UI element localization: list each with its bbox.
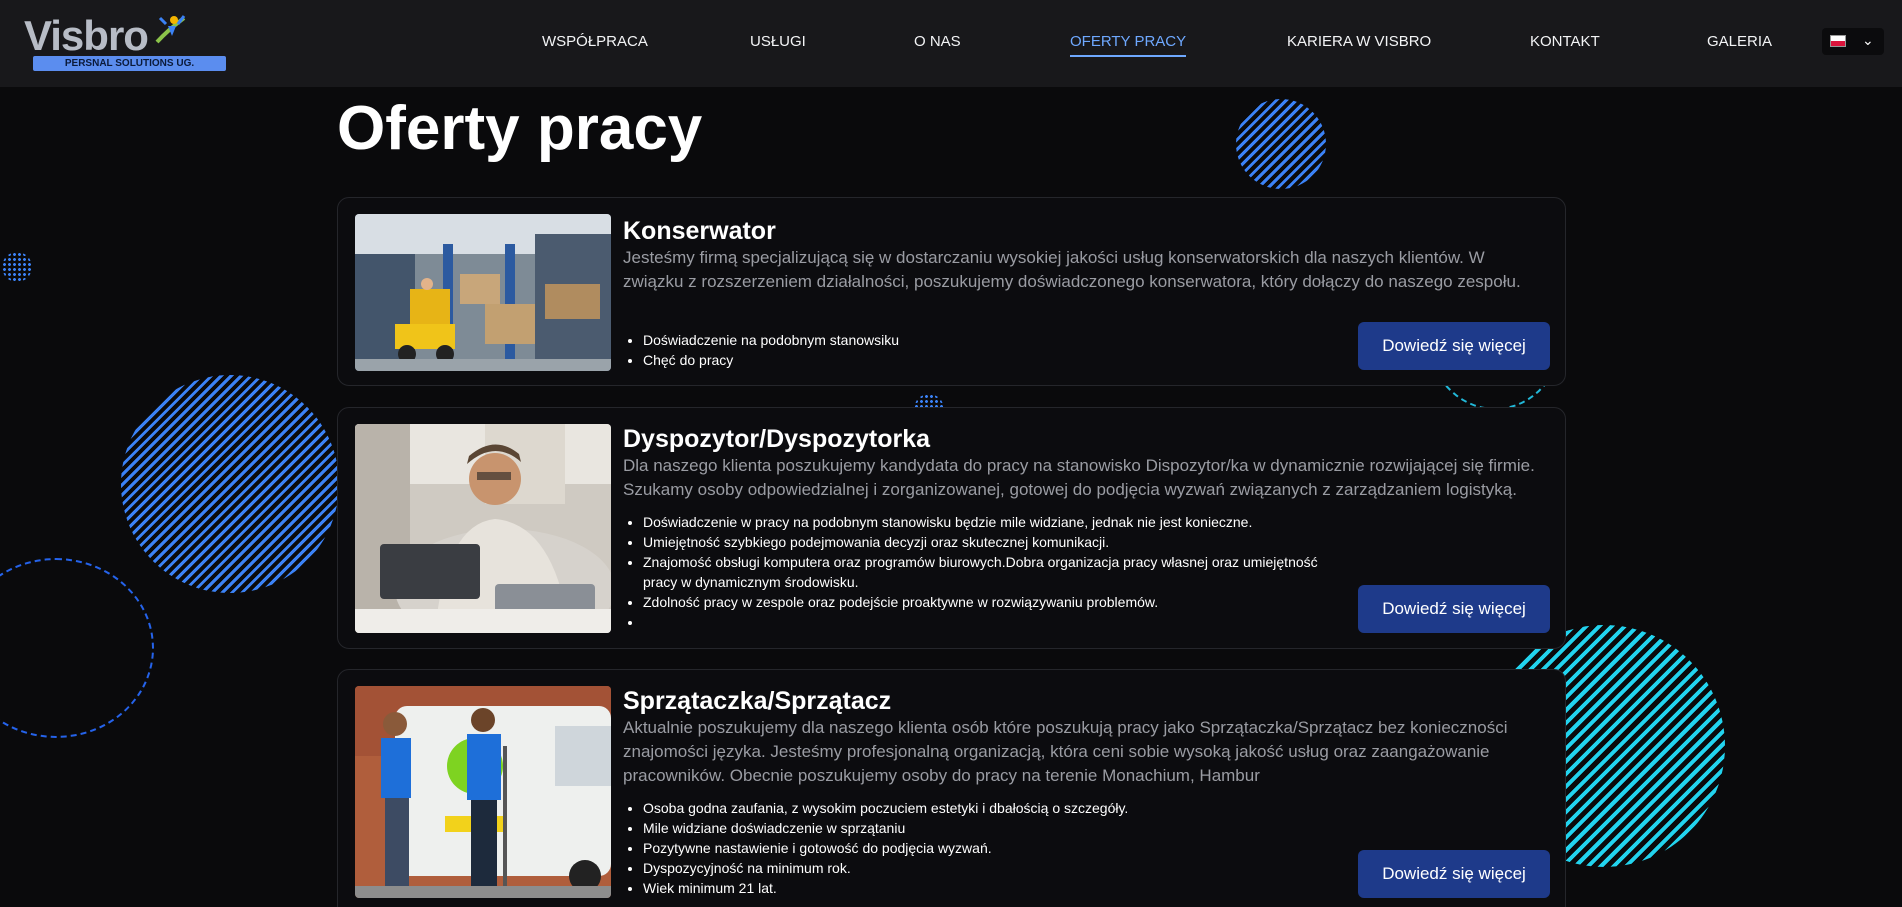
decorative-dots-circle	[2, 252, 32, 282]
nav-item-uslugi[interactable]: USŁUGI	[750, 32, 806, 52]
logo-subtitle: PERSNAL SOLUTIONS UG.	[33, 56, 226, 71]
nav-item-galeria[interactable]: GALERIA	[1707, 32, 1772, 52]
job-offer-card: Sprzątaczka/Sprzątacz Aktualnie poszukuj…	[337, 669, 1566, 907]
learn-more-button[interactable]: Dowiedź się więcej	[1358, 850, 1550, 898]
job-description: Jesteśmy firmą specjalizującą się w dost…	[623, 248, 1521, 291]
nav-item-wspolpraca[interactable]: WSPÓŁPRACA	[542, 32, 648, 52]
cleaners-van-photo	[355, 686, 611, 898]
requirement-item: Umiejętność szybkiego podejmowania decyz…	[643, 532, 1343, 552]
requirement-item: Mile widziane doświadczenie w sprzątaniu	[643, 818, 1343, 838]
site-header: Visbro PERSNAL SOLUTIONS UG. WSPÓŁPRACA …	[0, 0, 1902, 87]
nav-item-kariera[interactable]: KARIERA W VISBRO	[1287, 32, 1431, 52]
page-title: Oferty pracy	[337, 94, 703, 163]
nav-item-oferty-pracy[interactable]: OFERTY PRACY	[1070, 32, 1187, 57]
job-description: Dla naszego klienta poszukujemy kandydat…	[623, 456, 1535, 499]
job-offer-card: Konserwator Jesteśmy firmą specjalizując…	[337, 197, 1566, 386]
requirement-item: Doświadczenie na podobnym stanowsiku	[643, 330, 1343, 350]
requirement-item: Wiek minimum 21 lat.	[643, 878, 1343, 898]
requirement-item: Dyspozycyjność na minimum rok.	[643, 858, 1343, 878]
learn-more-button[interactable]: Dowiedź się więcej	[1358, 322, 1550, 370]
job-title: Konserwator	[623, 217, 776, 245]
requirement-item: Pozytywne nastawienie i gotowość do podj…	[643, 838, 1343, 858]
requirement-item: Osoba godna zaufania, z wysokim poczucie…	[643, 798, 1343, 818]
learn-more-button[interactable]: Dowiedź się więcej	[1358, 585, 1550, 633]
requirement-item: Znajomość obsługi komputera oraz program…	[643, 552, 1343, 592]
chevron-down-icon: ⌄	[1862, 32, 1874, 48]
warehouse-forklift-photo	[355, 214, 611, 371]
office-worker-laptop-photo	[355, 424, 611, 633]
job-title: Dyspozytor/Dyspozytorka	[623, 425, 931, 453]
requirement-item: Zdolność pracy w zespole oraz podejście …	[643, 592, 1343, 612]
job-offer-card: Dyspozytor/Dyspozytorka Dla naszego klie…	[337, 407, 1566, 649]
decorative-dashed-circle	[0, 558, 154, 738]
main-nav: WSPÓŁPRACA USŁUGI O NAS OFERTY PRACY KAR…	[0, 32, 1902, 57]
nav-item-kontakt[interactable]: KONTAKT	[1530, 32, 1600, 52]
decorative-striped-circle-small	[1236, 99, 1326, 189]
job-requirements: Doświadczenie na podobnym stanowsiku Chę…	[643, 330, 1343, 370]
flag-pl-icon	[1830, 35, 1846, 47]
language-select[interactable]: ⌄	[1822, 28, 1884, 55]
job-title: Sprzątaczka/Sprzątacz	[623, 687, 892, 715]
page: Visbro PERSNAL SOLUTIONS UG. WSPÓŁPRACA …	[0, 0, 1902, 907]
nav-item-o-nas[interactable]: O NAS	[914, 32, 961, 52]
job-requirements: Osoba godna zaufania, z wysokim poczucie…	[643, 798, 1343, 898]
decorative-striped-circle-blue	[121, 375, 339, 593]
job-requirements: Doświadczenie w pracy na podobnym stanow…	[643, 512, 1343, 632]
requirement-item: Doświadczenie w pracy na podobnym stanow…	[643, 512, 1343, 532]
requirement-item	[643, 612, 1343, 632]
job-description: Aktualnie poszukujemy dla naszego klient…	[623, 718, 1508, 785]
requirement-item: Chęć do pracy	[643, 350, 1343, 370]
